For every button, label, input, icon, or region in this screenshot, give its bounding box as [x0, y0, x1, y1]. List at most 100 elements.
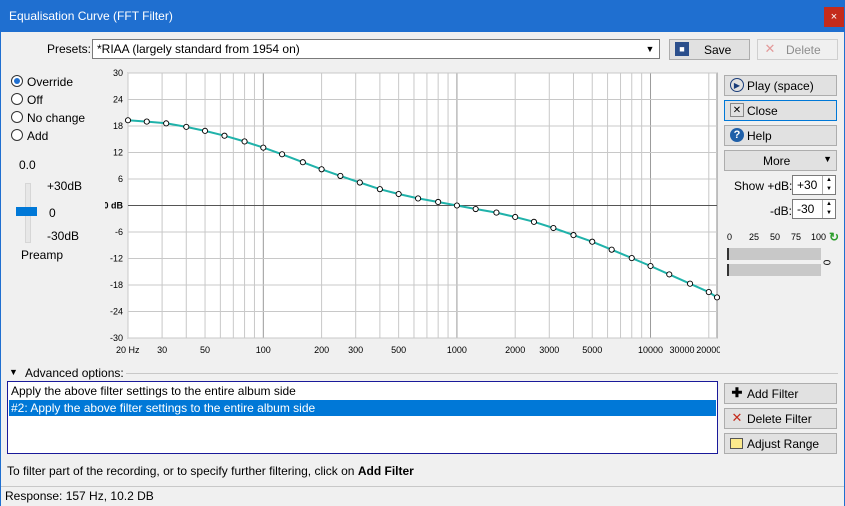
y-tick-label: -6 — [115, 227, 123, 237]
y-tick-label: 18 — [113, 121, 123, 131]
title-bar: Equalisation Curve (FFT Filter) × — [1, 1, 844, 32]
delete-x-icon: ✕ — [764, 41, 776, 56]
plus-db-spinner[interactable]: +30 ▲ ▼ — [792, 175, 836, 195]
filter-list[interactable]: Apply the above filter settings to the e… — [7, 381, 718, 454]
hint-text: To filter part of the recording, or to s… — [7, 464, 414, 478]
eq-curve-point — [686, 280, 694, 287]
eq-curve-point — [395, 190, 402, 198]
x-tick-label: 2000 — [505, 345, 525, 355]
preamp-mid-label: 0 — [49, 206, 56, 220]
meter-bar-left — [727, 248, 821, 260]
eq-curve-point — [299, 159, 306, 166]
meter-scale-50: 50 — [770, 232, 781, 242]
radio-override[interactable] — [11, 75, 23, 87]
eq-curve-point — [279, 151, 286, 158]
eq-curve-point — [201, 127, 209, 134]
adjust-range-button[interactable]: Adjust Range — [724, 433, 837, 454]
list-item[interactable]: Apply the above filter settings to the e… — [9, 383, 716, 399]
y-tick-label: 24 — [113, 95, 123, 105]
eq-curve-point — [163, 120, 170, 127]
eq-curve-point — [512, 213, 519, 221]
close-button[interactable]: ✕ Close — [724, 100, 837, 121]
meter-scale-75: 75 — [791, 232, 802, 242]
hint-text-bold: Add Filter — [357, 464, 414, 478]
y-tick-label: 30 — [113, 68, 123, 78]
eq-curve-point — [666, 271, 673, 278]
play-label: Play (space) — [747, 79, 814, 93]
add-filter-button[interactable]: ✚ Add Filter — [724, 383, 837, 404]
x-tick-label: 20 Hz — [116, 345, 140, 355]
window-title: Equalisation Curve (FFT Filter) — [9, 9, 173, 23]
x-tick-label: 30 — [157, 345, 167, 355]
x-tick-label: 20000 — [696, 345, 720, 355]
meter-scale-0: 0 — [727, 232, 733, 242]
help-button[interactable]: ? Help — [724, 125, 837, 146]
eq-curve-point — [453, 202, 460, 209]
radio-off[interactable] — [11, 93, 23, 105]
spin-arrows-icon[interactable]: ▲ ▼ — [822, 200, 835, 218]
eq-curve-point — [550, 224, 557, 232]
list-item-selected[interactable]: #2: Apply the above filter settings to t… — [9, 400, 716, 416]
eq-curve-point — [713, 294, 720, 301]
meter-bar-right — [727, 264, 821, 276]
eq-curve-point — [415, 195, 422, 202]
play-button[interactable]: ▶ Play (space) — [724, 75, 837, 96]
eq-curve-point — [337, 172, 344, 179]
radio-no-change-label: No change — [27, 111, 86, 125]
advanced-options-label: Advanced options: — [25, 366, 124, 380]
delete-label: Delete — [786, 43, 821, 57]
chevron-down-icon[interactable]: ▼ — [641, 40, 659, 58]
presets-dropdown[interactable]: *RIAA (largely standard from 1954 on) ▼ — [92, 39, 660, 59]
spin-arrows-icon[interactable]: ▲ ▼ — [822, 176, 835, 194]
preamp-value: 0.0 — [19, 158, 36, 172]
minus-db-spinner[interactable]: -30 ▲ ▼ — [792, 199, 836, 219]
eq-curve-point — [356, 179, 363, 186]
preamp-min-label: -30dB — [47, 229, 80, 243]
eq-curve-point — [589, 238, 596, 245]
y-tick-label: 12 — [113, 148, 123, 158]
x-tick-label: 3000 — [539, 345, 559, 355]
eq-curve-point — [608, 246, 615, 253]
x-tick-label: 10000 — [638, 345, 663, 355]
save-label: Save — [704, 43, 732, 57]
x-tick-label: 1000 — [447, 345, 467, 355]
help-icon: ? — [730, 128, 744, 142]
presets-label: Presets: — [47, 42, 92, 56]
delete-preset-button[interactable]: ✕ Delete — [757, 39, 838, 60]
y-tick-label: 6 — [118, 174, 123, 184]
help-label: Help — [747, 129, 772, 143]
y-tick-label: 0 dB — [105, 201, 123, 211]
y-tick-label: -30 — [110, 333, 123, 343]
minus-db-value: -30 — [797, 202, 815, 216]
eq-curve-point — [628, 255, 635, 262]
eq-curve-point — [570, 232, 577, 239]
x-tick-label: 30000 — [669, 345, 694, 355]
preamp-max-label: +30dB — [47, 179, 83, 193]
radio-add[interactable] — [11, 129, 23, 141]
floppy-disk-icon: ■ — [675, 42, 689, 56]
delete-filter-button[interactable]: ✕ Delete Filter — [724, 408, 837, 429]
more-button[interactable]: More ▼ — [724, 150, 837, 171]
chevron-down-icon: ▼ — [823, 154, 832, 164]
delete-document-icon: ✕ — [731, 410, 743, 425]
preamp-slider-thumb[interactable] — [16, 207, 37, 216]
radio-no-change[interactable] — [11, 111, 23, 123]
eq-curve-point — [183, 123, 190, 130]
eq-curve-point — [221, 132, 228, 139]
collapse-triangle-icon[interactable]: ▼ — [9, 367, 18, 377]
window-close-icon[interactable]: × — [824, 7, 844, 27]
eq-curve-point — [472, 205, 479, 213]
radio-override-label: Override — [27, 75, 74, 89]
x-tick-label: 500 — [391, 345, 406, 355]
add-filter-label: Add Filter — [747, 387, 799, 401]
more-label: More — [763, 154, 791, 168]
status-text: Response: 157 Hz, 10.2 DB — [5, 489, 154, 503]
save-button[interactable]: ■ Save — [669, 39, 750, 60]
reset-arrow-icon[interactable]: ↻ — [829, 230, 839, 244]
radio-off-label: Off — [27, 93, 43, 107]
minus-db-label: -dB: — [770, 204, 793, 218]
eq-curve-point — [647, 262, 654, 270]
eq-curve-point — [435, 198, 442, 206]
eq-curve-chart[interactable]: 30 24 18 12 6 0 dB -6 -12 -18 -24 -30 20 Hz 30 50 100 2… — [105, 65, 720, 357]
close-label: Close — [747, 104, 778, 118]
